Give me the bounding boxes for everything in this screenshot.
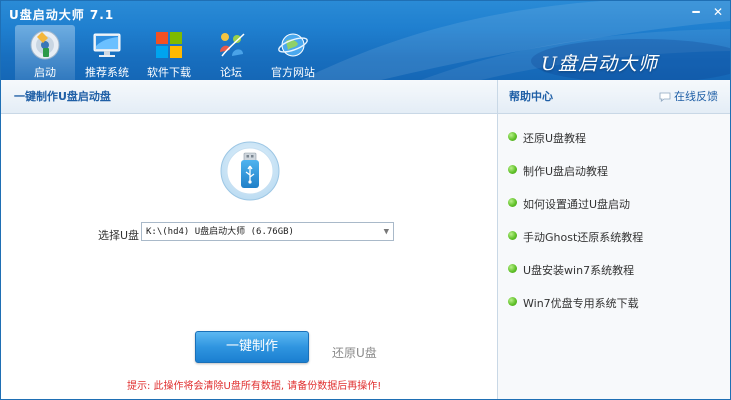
feedback-label: 在线反馈 [674, 90, 718, 103]
nav-label: 软件下载 [147, 66, 191, 79]
drive-select-value: K:\(hd4) U盘启动大师 (6.76GB) [146, 227, 294, 237]
forum-people-icon [220, 33, 245, 57]
usb-disc-icon [30, 30, 60, 60]
warning-text: 提示: 此操作将会清除U盘所有数据, 请备份数据后再操作! [127, 381, 382, 392]
help-item-win7-download[interactable]: Win7优盘专用系统下载 [508, 295, 643, 328]
speech-bubble-icon [659, 92, 671, 102]
help-header: 帮助中心 在线反馈 [498, 80, 730, 114]
help-item-label: Win7优盘专用系统下载 [523, 297, 639, 310]
green-dot-icon [508, 231, 517, 240]
globe-icon [278, 33, 308, 57]
green-dot-icon [508, 297, 517, 306]
nav-label: 官方网站 [271, 66, 315, 79]
help-list: 还原U盘教程 制作U盘启动教程 如何设置通过U盘启动 手动Ghost还原系统教程… [508, 130, 643, 328]
help-title: 帮助中心 [509, 90, 553, 103]
nav-label: 论坛 [220, 66, 242, 79]
drive-select[interactable]: K:\(hd4) U盘启动大师 (6.76GB) ▼ [141, 222, 394, 241]
minimize-button[interactable]: ━ [689, 6, 703, 18]
help-item-ghost-restore[interactable]: 手动Ghost还原系统教程 [508, 229, 643, 262]
help-item-make-boot[interactable]: 制作U盘启动教程 [508, 163, 643, 196]
nav-item-official-website[interactable]: 官方网站 [263, 25, 323, 80]
help-panel: 帮助中心 在线反馈 还原U盘教程 制作U盘启动教程 如何设置通过U盘启动 手动G… [498, 80, 730, 399]
nav-item-recommended-systems[interactable]: 推荐系统 [77, 25, 137, 80]
help-item-label: 手动Ghost还原系统教程 [523, 231, 644, 244]
help-item-label: 制作U盘启动教程 [523, 165, 609, 178]
nav-item-forum[interactable]: 论坛 [201, 25, 261, 80]
green-dot-icon [508, 132, 517, 141]
dropdown-arrow-icon: ▼ [383, 227, 389, 237]
section-title: 一键制作U盘启动盘 [1, 80, 497, 114]
help-item-install-win7[interactable]: U盘安装win7系统教程 [508, 262, 643, 295]
close-button[interactable]: ✕ [711, 6, 725, 18]
help-item-restore-usb[interactable]: 还原U盘教程 [508, 130, 643, 163]
green-dot-icon [508, 264, 517, 273]
header-bar: U盘启动大师 7.1 ━ ✕ 启动 推荐系统 软件下载 论坛 官方网站 U盘启动… [1, 1, 730, 80]
main-panel: 一键制作U盘启动盘 选择U盘 K:\(hd4) U盘启动大师 (6.76GB) … [1, 80, 498, 399]
main-nav: 启动 推荐系统 软件下载 论坛 官方网站 [15, 25, 325, 80]
monitor-icon [93, 33, 121, 57]
nav-item-start[interactable]: 启动 [15, 25, 75, 80]
help-item-label: 还原U盘教程 [523, 132, 587, 145]
feedback-link[interactable]: 在线反馈 [659, 80, 718, 113]
green-dot-icon [508, 198, 517, 207]
help-item-label: 如何设置通过U盘启动 [523, 198, 631, 211]
usb-drive-icon [220, 141, 280, 201]
select-drive-label: 选择U盘 [98, 229, 140, 242]
restore-usb-link[interactable]: 还原U盘 [332, 344, 377, 361]
windows-logo-icon [156, 32, 182, 58]
nav-label: 推荐系统 [85, 66, 129, 79]
nav-item-software-download[interactable]: 软件下载 [139, 25, 199, 80]
nav-label: 启动 [34, 66, 56, 79]
brand-logo: U盘启动大师 [541, 53, 659, 75]
window-title: U盘启动大师 7.1 [9, 8, 115, 22]
green-dot-icon [508, 165, 517, 174]
help-item-set-usb-boot[interactable]: 如何设置通过U盘启动 [508, 196, 643, 229]
app-window: U盘启动大师 7.1 ━ ✕ 启动 推荐系统 软件下载 论坛 官方网站 U盘启动… [0, 0, 731, 400]
one-click-make-button[interactable]: 一键制作 [195, 331, 309, 363]
help-item-label: U盘安装win7系统教程 [523, 264, 635, 277]
